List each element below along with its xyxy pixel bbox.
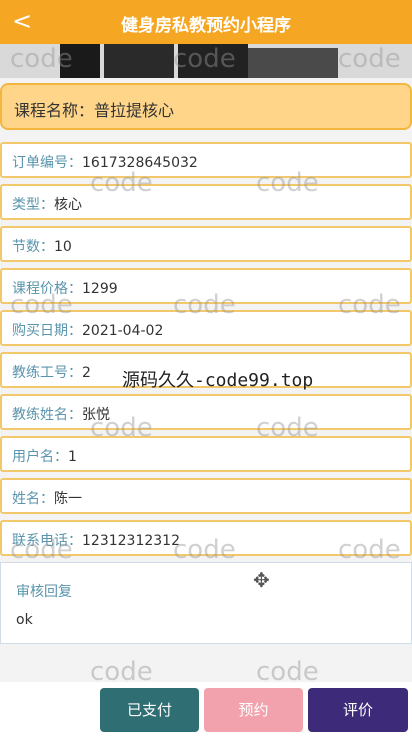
- review-reply-label: 审核回复: [16, 584, 72, 600]
- rate-button[interactable]: 评价: [308, 688, 408, 732]
- watermark-text: code: [338, 290, 401, 320]
- detail-row-coach-name: 教练姓名：张悦: [0, 394, 412, 430]
- review-reply-box: 审核回复 ok ✥: [0, 562, 412, 644]
- watermark-text: code: [90, 657, 153, 687]
- detail-value: 1: [68, 449, 77, 465]
- detail-row-order-number: 订单编号：1617328645032: [0, 142, 412, 178]
- watermark-text: code: [90, 413, 153, 443]
- detail-key: 节数：: [12, 239, 54, 255]
- book-button[interactable]: 预约: [204, 688, 303, 732]
- watermark-text: code: [173, 290, 236, 320]
- detail-key: 购买日期：: [12, 323, 82, 339]
- watermark-text: code: [338, 44, 401, 74]
- paid-button[interactable]: 已支付: [100, 688, 199, 732]
- page-title: 健身房私教预约小程序: [121, 16, 291, 36]
- watermark-text: code: [256, 413, 319, 443]
- watermark-text: code: [256, 168, 319, 198]
- watermark-text: code: [10, 44, 73, 74]
- course-name-value: 普拉提核心: [94, 101, 175, 120]
- watermark-text: code: [90, 168, 153, 198]
- detail-value: 12312312312: [82, 533, 180, 549]
- detail-key: 类型：: [12, 197, 54, 213]
- top-nav-bar: < 健身房私教预约小程序: [0, 0, 412, 44]
- detail-row-type: 类型：核心: [0, 184, 412, 220]
- detail-value: 1299: [82, 281, 118, 297]
- move-icon: ✥: [253, 568, 270, 592]
- review-reply-value: ok: [16, 612, 33, 628]
- detail-row-name: 姓名：陈一: [0, 478, 412, 514]
- detail-value: 2: [82, 365, 91, 381]
- course-name-label: 课程名称：: [14, 101, 95, 120]
- detail-key: 教练姓名：: [12, 407, 82, 423]
- detail-key: 姓名：: [12, 491, 54, 507]
- watermark-text: code: [173, 44, 236, 74]
- detail-value: 核心: [54, 197, 82, 213]
- watermark-site: 源码久久-code99.top: [122, 370, 314, 391]
- watermark-text: code: [10, 535, 73, 565]
- detail-row-sessions: 节数：10: [0, 226, 412, 262]
- detail-key: 教练工号：: [12, 365, 82, 381]
- course-name-card: 课程名称：普拉提核心: [0, 83, 412, 130]
- detail-value: 10: [54, 239, 72, 255]
- watermark-text: code: [338, 535, 401, 565]
- watermark-text: code: [10, 290, 73, 320]
- detail-key: 订单编号：: [12, 155, 82, 171]
- detail-value: 2021-04-02: [82, 323, 164, 339]
- detail-row-username: 用户名：1: [0, 436, 412, 472]
- watermark-text: code: [173, 535, 236, 565]
- detail-key: 用户名：: [12, 449, 68, 465]
- watermark-text: code: [256, 657, 319, 687]
- detail-value: 陈一: [54, 491, 82, 507]
